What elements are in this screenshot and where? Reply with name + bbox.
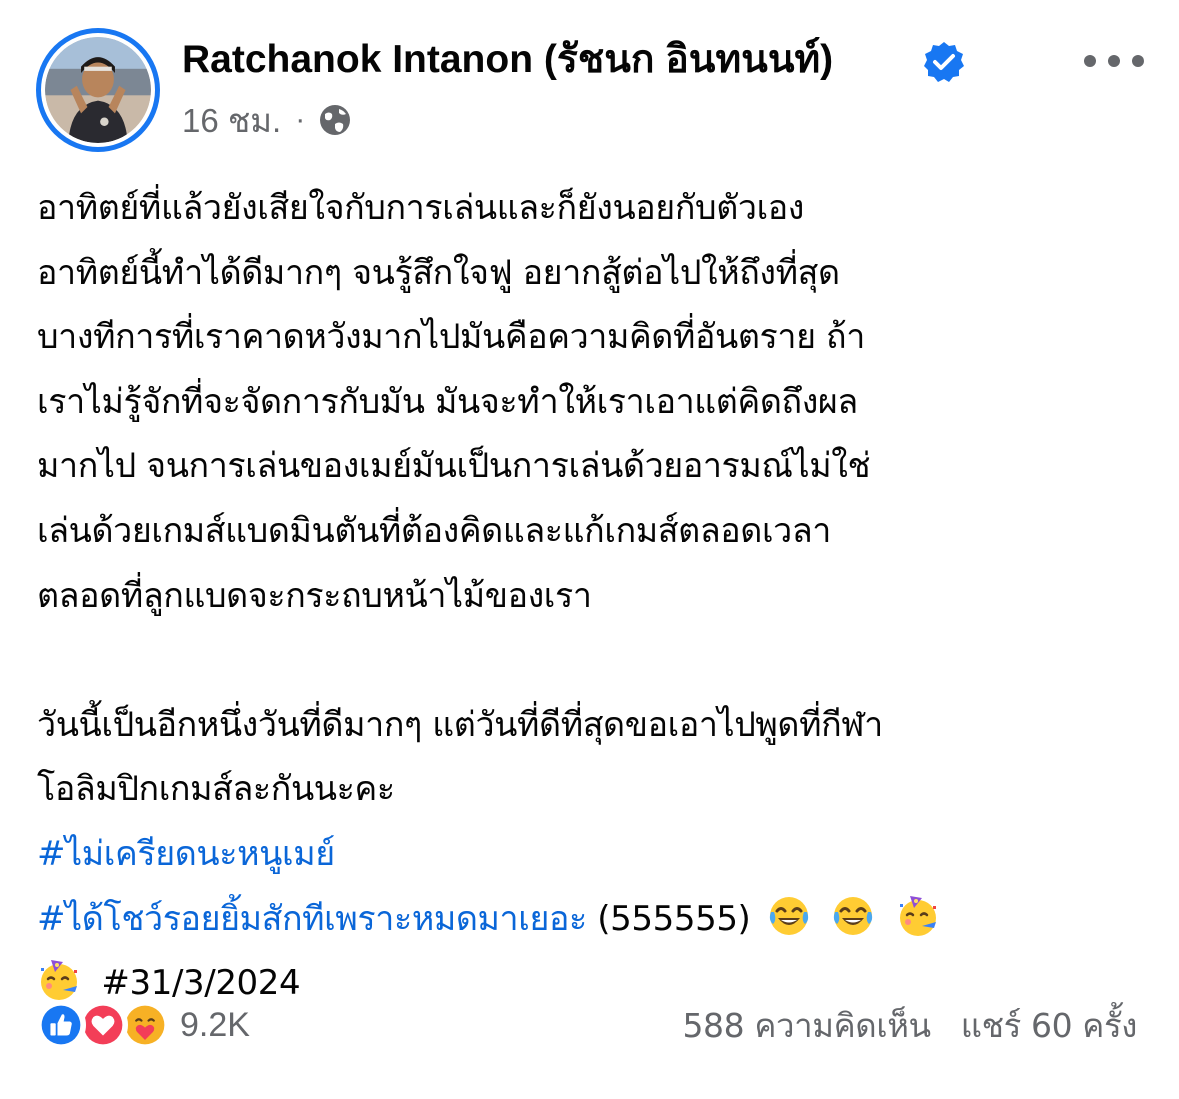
post-line: อาทิตย์นี้ทำได้ดีมากๆ จนรู้สึกใจฟู อยากส… — [37, 252, 840, 293]
post-line: ตลอดที่ลูกแบดจะกระถบหน้าไม้ของเรา — [37, 575, 592, 616]
more-options-button[interactable] — [1084, 44, 1144, 78]
post-timestamp[interactable]: 16 ชม. — [182, 94, 281, 147]
tears-of-joy-emoji-icon — [769, 896, 808, 935]
reactions-summary[interactable]: 9.2K — [36, 998, 250, 1052]
post-body: อาทิตย์ที่แล้วยังเสียใจกับการเล่นและก็ยั… — [37, 176, 1147, 1016]
partying-face-emoji-icon — [899, 895, 936, 936]
engagement-stats: 588 ความคิดเห็น แชร์ 60 ครั้ง — [682, 998, 1137, 1052]
post-line: เราไม่รู้จักที่จะจัดการกับมัน มันจะทำให้… — [37, 381, 858, 422]
avatar — [45, 37, 151, 143]
hashtag-line: #ได้โชว์รอยยิ้มสักทีเพราะหมดมาเยอะ (5555… — [37, 887, 1147, 952]
post-meta: 16 ชม. · — [182, 100, 353, 140]
facebook-post: Ratchanok Intanon (รัชนก อินทนนท์) 16 ชม… — [0, 0, 1179, 1099]
meta-separator: · — [295, 103, 306, 136]
hashtag-suffix: (555555) — [597, 898, 751, 939]
dot-icon — [1084, 55, 1096, 67]
hashtag-line: #ไม่เครียดนะหนูเมย์ — [37, 822, 1147, 887]
globe-icon[interactable] — [317, 102, 353, 138]
paragraph-break — [37, 628, 1147, 693]
post-line: บางทีการที่เราคาดหวังมากไปมันคือความคิดท… — [37, 317, 865, 358]
tears-of-joy-emoji-icon — [834, 896, 873, 935]
like-icon — [36, 1000, 86, 1050]
author-name[interactable]: Ratchanok Intanon (รัชนก อินทนนท์) — [182, 36, 833, 84]
dot-icon — [1132, 55, 1144, 67]
reaction-count: 9.2K — [180, 1005, 250, 1044]
hashtag-link[interactable]: #ไม่เครียดนะหนูเมย์ — [37, 834, 335, 874]
post-line: โอลิมปิกเกมส์ละกันนะคะ — [37, 769, 395, 810]
comments-count-link[interactable]: 588 ความคิดเห็น — [682, 999, 931, 1052]
post-line: อาทิตย์ที่แล้วยังเสียใจกับการเล่นและก็ยั… — [37, 188, 805, 228]
hashtag-link[interactable]: #ได้โชว์รอยยิ้มสักทีเพราะหมดมาเยอะ — [37, 899, 587, 939]
dot-icon — [1108, 55, 1120, 67]
shares-count-link[interactable]: แชร์ 60 ครั้ง — [961, 999, 1138, 1052]
verified-badge-icon — [924, 42, 964, 82]
post-line: มากไป จนการเล่นของเมย์มันเป็นการเล่นด้วย… — [37, 446, 871, 487]
post-line: วันนี้เป็นอีกหนึ่งวันที่ดีมากๆ แต่วันที่… — [37, 704, 883, 745]
post-line: เล่นด้วยเกมส์แบดมินตันที่ต้องคิดและแก้เก… — [37, 510, 831, 551]
profile-avatar-story-ring[interactable] — [36, 28, 160, 152]
partying-face-emoji-icon — [41, 960, 77, 1001]
